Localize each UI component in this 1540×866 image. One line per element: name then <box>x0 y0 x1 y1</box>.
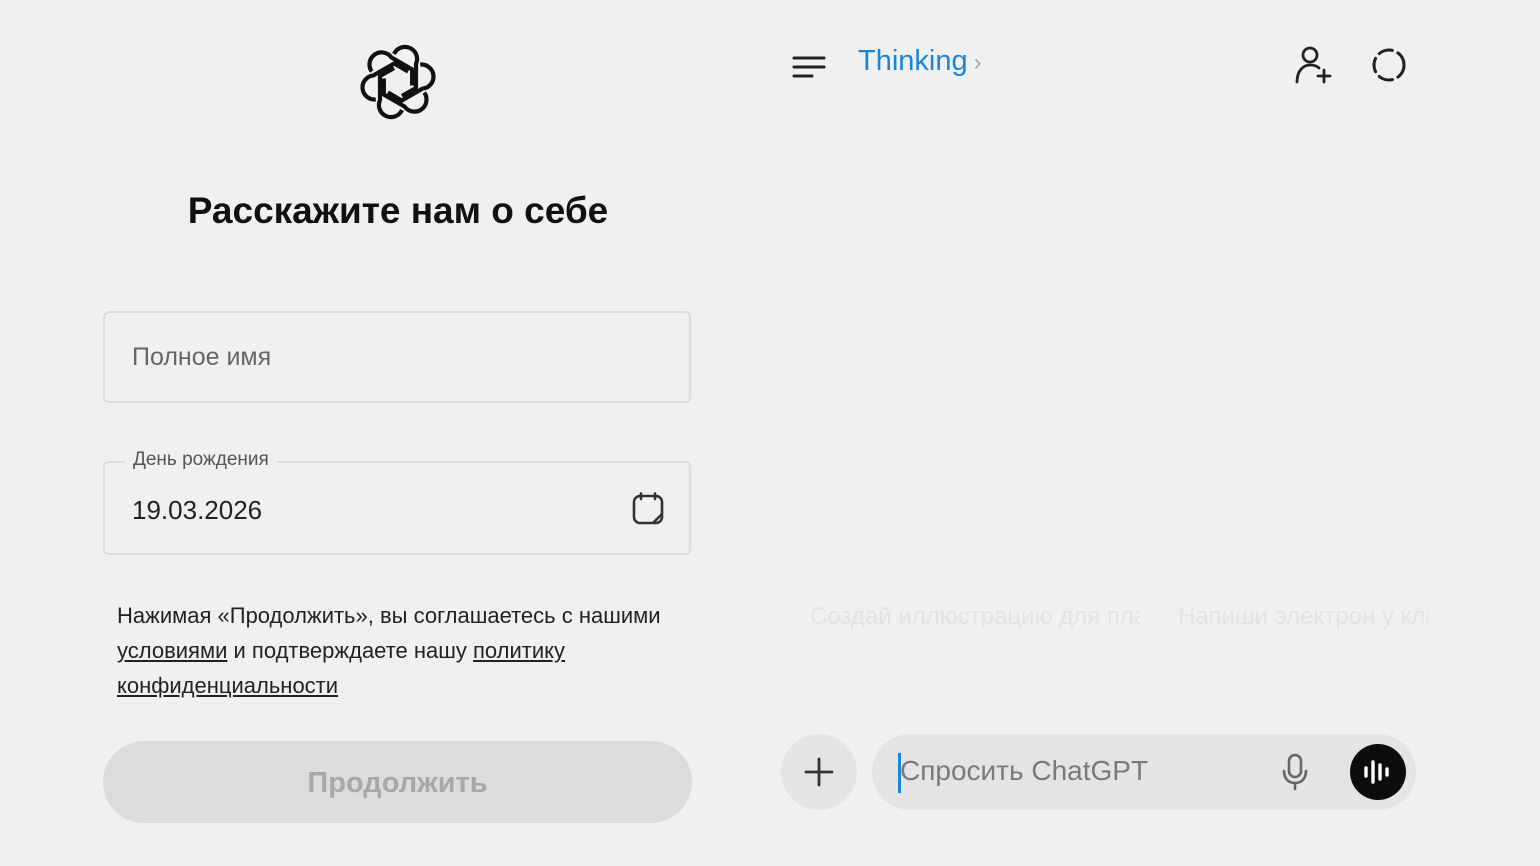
calendar-icon[interactable] <box>631 492 665 526</box>
add-user-icon[interactable] <box>1294 44 1334 86</box>
voice-mode-icon <box>1364 760 1389 784</box>
consent-text: Нажимая «Продолжить», вы соглашаетесь с … <box>117 598 677 703</box>
signup-panel: Расскажите нам о себе Полное имя День ро… <box>0 0 770 866</box>
model-label: Thinking <box>858 45 968 77</box>
page-title: Расскажите нам о себе <box>187 190 609 231</box>
openai-logo <box>360 44 436 120</box>
suggestion-card[interactable]: Напиши электрон у клиентов отзыв <box>1178 598 1428 635</box>
chat-input[interactable]: Спросить ChatGPT <box>872 734 1416 810</box>
attach-button[interactable] <box>781 734 857 810</box>
full-name-placeholder: Полное имя <box>132 343 272 371</box>
terms-link[interactable]: условиями <box>117 638 227 663</box>
temporary-chat-icon[interactable] <box>1370 46 1408 84</box>
plus-icon <box>804 757 834 787</box>
continue-button[interactable]: Продолжить <box>103 741 692 823</box>
chevron-right-icon: › <box>973 49 982 76</box>
suggestion-card[interactable]: Создай иллюстрацию для плакате <box>810 598 1140 635</box>
birthday-label: День рождения <box>125 449 277 471</box>
chat-input-placeholder: Спросить ChatGPT <box>900 755 1149 786</box>
full-name-input[interactable]: Полное имя <box>103 311 691 403</box>
model-selector[interactable]: Thinking › <box>858 45 982 78</box>
consent-part-1: Нажимая «Продолжить», вы соглашаетесь с … <box>117 603 661 628</box>
birthday-value: 19.03.2026 <box>132 495 263 525</box>
menu-icon[interactable] <box>792 54 826 80</box>
mic-icon[interactable] <box>1280 752 1310 792</box>
voice-mode-button[interactable] <box>1350 744 1406 800</box>
consent-part-2: и подтверждаете нашу <box>227 638 474 663</box>
chat-panel: Thinking› Создай иллюстрацию для плакате… <box>770 0 1540 866</box>
birthday-input[interactable]: День рождения 19.03.2026 <box>103 449 691 555</box>
